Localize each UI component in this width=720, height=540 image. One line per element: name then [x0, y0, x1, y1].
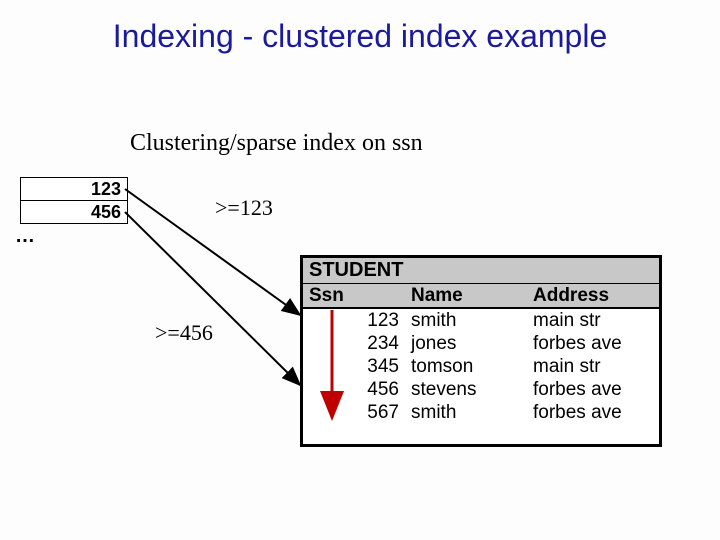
- cell-ssn: 123: [303, 308, 405, 332]
- table-row: 123: [21, 178, 128, 201]
- table-row: 567 smith forbes ave: [303, 401, 659, 424]
- cell-ssn: 567: [303, 401, 405, 424]
- pointer-line: [125, 189, 300, 315]
- cell-address: main str: [527, 308, 659, 332]
- table-row-blank: [303, 424, 659, 444]
- cell-name: smith: [405, 401, 527, 424]
- table-header-row: Ssn Name Address: [303, 284, 659, 309]
- index-entry: 123: [21, 178, 128, 201]
- cell-ssn: 345: [303, 355, 405, 378]
- slide-subtitle: Clustering/sparse index on ssn: [130, 130, 423, 157]
- cell-ssn: 234: [303, 332, 405, 355]
- pointer-line: [125, 212, 300, 385]
- cell-address: forbes ave: [527, 332, 659, 355]
- index-ellipsis: …: [15, 225, 35, 248]
- cell-address: forbes ave: [527, 378, 659, 401]
- cell-name: tomson: [405, 355, 527, 378]
- label-ge456: >=456: [155, 320, 213, 346]
- cell-address: main str: [527, 355, 659, 378]
- slide: Indexing - clustered index example Clust…: [0, 0, 720, 540]
- student-caption: STUDENT: [303, 258, 659, 284]
- table-row: 123 smith main str: [303, 308, 659, 332]
- table-caption-row: STUDENT: [303, 258, 659, 284]
- label-ge123: >=123: [215, 195, 273, 221]
- cell-ssn: 456: [303, 378, 405, 401]
- cell-name: stevens: [405, 378, 527, 401]
- index-entry: 456: [21, 201, 128, 224]
- col-header-ssn: Ssn: [303, 284, 405, 309]
- cell-name: jones: [405, 332, 527, 355]
- cell-address: forbes ave: [527, 401, 659, 424]
- table-row: 345 tomson main str: [303, 355, 659, 378]
- cell-name: smith: [405, 308, 527, 332]
- student-table: STUDENT Ssn Name Address 123 smith main …: [300, 255, 662, 447]
- table-row: 456: [21, 201, 128, 224]
- slide-title: Indexing - clustered index example: [0, 18, 720, 55]
- table-row: 456 stevens forbes ave: [303, 378, 659, 401]
- table-row: 234 jones forbes ave: [303, 332, 659, 355]
- index-table: 123 456: [20, 177, 128, 224]
- col-header-address: Address: [527, 284, 659, 309]
- col-header-name: Name: [405, 284, 527, 309]
